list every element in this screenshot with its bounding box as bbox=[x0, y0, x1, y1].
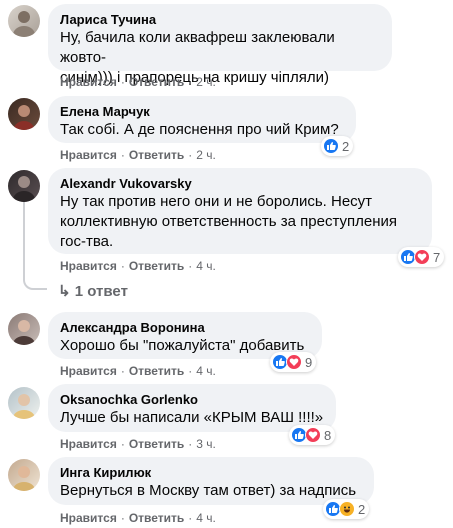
comment-actions: Нравится · Ответить · 3 ч. bbox=[60, 437, 216, 451]
comment-6: Инга Кирилюк Вернуться в Москву там отве… bbox=[0, 457, 453, 528]
timestamp[interactable]: 3 ч. bbox=[196, 437, 216, 451]
avatar[interactable] bbox=[8, 98, 40, 130]
like-button[interactable]: Нравится bbox=[60, 437, 117, 451]
comment-bubble: Лариса Тучина Ну, бачила коли аквафреш з… bbox=[48, 4, 392, 86]
timestamp[interactable]: 2 ч. bbox=[196, 148, 216, 162]
comment-text: Ну так против него они и не боролись. Не… bbox=[60, 193, 397, 250]
reaction-count: 9 bbox=[305, 354, 313, 370]
avatar[interactable] bbox=[8, 5, 40, 37]
thread-line bbox=[23, 202, 47, 290]
reply-button[interactable]: Ответить bbox=[129, 437, 184, 451]
replies-count: 1 ответ bbox=[74, 283, 128, 300]
comment-actions: Нравится · Ответить · 2 ч. bbox=[60, 148, 216, 162]
comment-bubble: Alexandr Vukovarsky Ну так против него о… bbox=[48, 168, 432, 254]
comment-author[interactable]: Александра Воронина bbox=[60, 320, 310, 336]
reaction-summary[interactable]: 2 bbox=[323, 499, 370, 519]
comment-actions: Нравится · Ответить · 2 ч. bbox=[60, 75, 216, 89]
comment-text: Вернуться в Москву там ответ) за надпись bbox=[60, 482, 357, 499]
reaction-summary[interactable]: 2 bbox=[321, 136, 354, 156]
reaction-summary[interactable]: 9 bbox=[270, 352, 317, 372]
love-icon bbox=[286, 354, 302, 370]
like-button[interactable]: Нравится bbox=[60, 511, 117, 525]
comment-bubble: Елена Марчук Так собі. А де пояснення пр… bbox=[48, 96, 356, 143]
comment-text: Лучше бы написали «КРЫМ ВАШ !!!!» bbox=[60, 409, 324, 426]
like-icon bbox=[323, 138, 339, 154]
like-button[interactable]: Нравится bbox=[60, 75, 117, 89]
reaction-count: 2 bbox=[342, 138, 350, 154]
reply-button[interactable]: Ответить bbox=[129, 259, 184, 273]
avatar[interactable] bbox=[8, 459, 40, 491]
comment-2: Елена Марчук Так собі. А де пояснення пр… bbox=[0, 96, 453, 166]
timestamp[interactable]: 2 ч. bbox=[196, 75, 216, 89]
reply-button[interactable]: Ответить bbox=[129, 511, 184, 525]
timestamp[interactable]: 4 ч. bbox=[196, 259, 216, 273]
love-icon bbox=[414, 249, 430, 265]
timestamp[interactable]: 4 ч. bbox=[196, 511, 216, 525]
comment-bubble: Инга Кирилюк Вернуться в Москву там отве… bbox=[48, 457, 374, 505]
comment-actions: Нравится · Ответить · 4 ч. bbox=[60, 511, 216, 525]
comment-text: Хорошо бы "пожалуйста" добавить bbox=[60, 337, 305, 354]
love-icon bbox=[305, 427, 321, 443]
comment-author[interactable]: Елена Марчук bbox=[60, 104, 344, 120]
like-button[interactable]: Нравится bbox=[60, 259, 117, 273]
comment-bubble: Oksanochka Gorlenko Лучше бы написали «К… bbox=[48, 384, 336, 432]
avatar[interactable] bbox=[8, 387, 40, 419]
comment-author[interactable]: Oksanochka Gorlenko bbox=[60, 392, 324, 408]
reply-arrow-icon: ↳ bbox=[58, 283, 71, 300]
comment-author[interactable]: Инга Кирилюк bbox=[60, 465, 362, 481]
comment-actions: Нравится · Ответить · 4 ч. bbox=[60, 364, 216, 378]
like-button[interactable]: Нравится bbox=[60, 148, 117, 162]
reply-button[interactable]: Ответить bbox=[129, 148, 184, 162]
avatar[interactable] bbox=[8, 170, 40, 202]
comment-1: Лариса Тучина Ну, бачила коли аквафреш з… bbox=[0, 0, 453, 96]
reaction-summary[interactable]: 8 bbox=[289, 425, 336, 445]
haha-icon bbox=[339, 501, 355, 517]
reaction-count: 7 bbox=[433, 249, 441, 265]
like-button[interactable]: Нравится bbox=[60, 364, 117, 378]
comment-actions: Нравится · Ответить · 4 ч. bbox=[60, 259, 216, 273]
comment-4: Александра Воронина Хорошо бы "пожалуйст… bbox=[0, 312, 453, 382]
timestamp[interactable]: 4 ч. bbox=[196, 364, 216, 378]
reply-button[interactable]: Ответить bbox=[129, 75, 184, 89]
reply-button[interactable]: Ответить bbox=[129, 364, 184, 378]
avatar[interactable] bbox=[8, 313, 40, 345]
view-replies-link[interactable]: ↳ 1 ответ bbox=[58, 282, 128, 300]
comment-3: Alexandr Vukovarsky Ну так против него о… bbox=[0, 168, 453, 308]
comment-text: Так собі. А де пояснення про чий Крим? bbox=[60, 121, 339, 138]
reaction-count: 2 bbox=[358, 501, 366, 517]
reaction-summary[interactable]: 7 bbox=[398, 247, 445, 267]
comment-author[interactable]: Alexandr Vukovarsky bbox=[60, 176, 420, 192]
comment-author[interactable]: Лариса Тучина bbox=[60, 12, 380, 28]
comment-5: Oksanochka Gorlenko Лучше бы написали «К… bbox=[0, 384, 453, 454]
reaction-count: 8 bbox=[324, 427, 332, 443]
